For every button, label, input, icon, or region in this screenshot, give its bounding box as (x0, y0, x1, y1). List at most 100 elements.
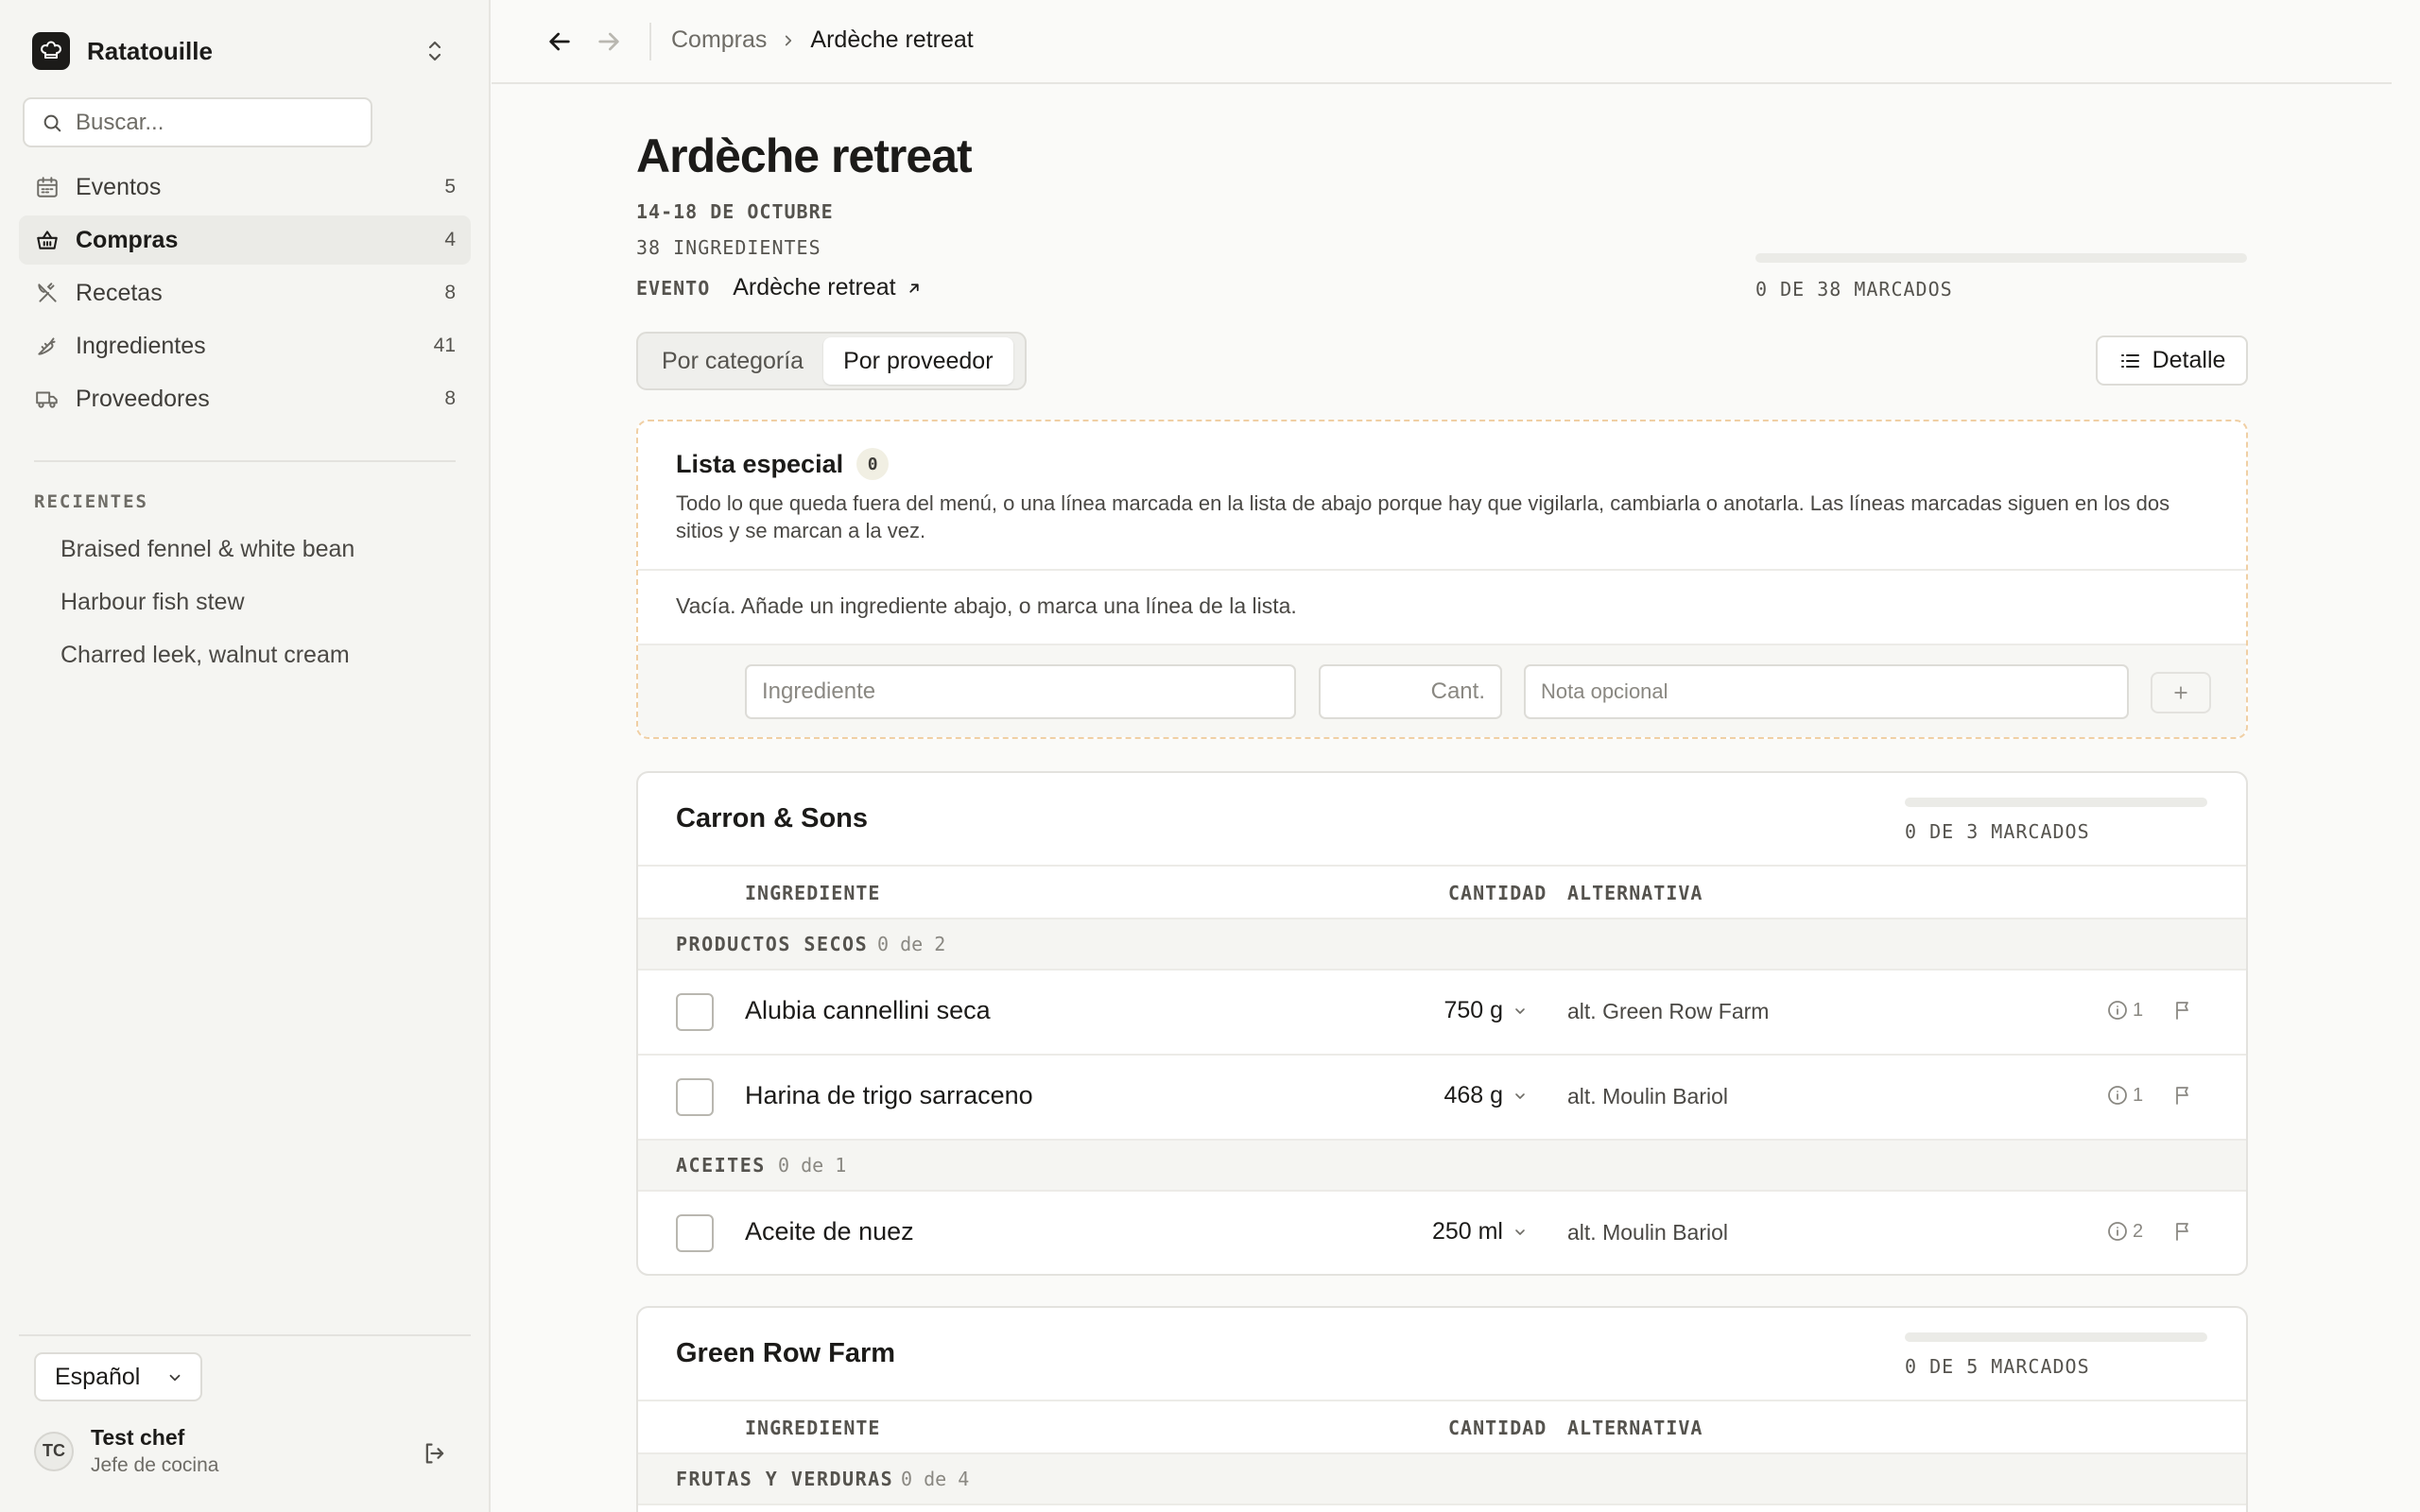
event-link[interactable]: Ardèche retreat (733, 274, 895, 301)
user-role: Jefe de cocina (91, 1454, 219, 1476)
chevron-down-icon (1515, 1007, 1525, 1014)
group-name: FRUTAS Y VERDURAS (676, 1468, 894, 1490)
top-bar: Compras Ardèche retreat (492, 0, 2392, 84)
row-checkbox[interactable] (676, 993, 714, 1031)
info-button[interactable]: 1 (2106, 999, 2143, 1022)
note-input[interactable]: Nota opcional (1524, 664, 2129, 719)
user-profile[interactable]: TC Test chef Jefe de cocina (34, 1425, 218, 1477)
sidebar-item-count: 5 (444, 176, 456, 198)
alternative-supplier[interactable]: alt. Green Row Farm (1567, 999, 1769, 1024)
group-count: 0 de 1 (778, 1154, 847, 1177)
recent-item[interactable]: Harbour fish stew (60, 580, 354, 633)
row-checkbox[interactable] (676, 1214, 714, 1252)
quantity-dropdown[interactable]: 468 g (1443, 1082, 1528, 1109)
avatar: TC (34, 1431, 74, 1471)
carrot-icon (34, 333, 60, 359)
quantity-dropdown[interactable]: 750 g (1443, 997, 1528, 1024)
info-count: 1 (2133, 1084, 2144, 1106)
special-list-description: Todo lo que queda fuera del menú, o una … (676, 491, 2170, 542)
recent-list: Braised fennel & white bean Harbour fish… (60, 527, 354, 686)
add-button[interactable] (2151, 672, 2211, 713)
external-link-icon[interactable] (906, 280, 923, 297)
flag-icon[interactable] (2172, 1220, 2195, 1243)
quantity-value: 468 g (1443, 1082, 1503, 1108)
ingredient-input[interactable]: Ingrediente (745, 664, 1296, 719)
breadcrumb-current: Ardèche retreat (810, 26, 974, 53)
sidebar-item-count: 4 (444, 229, 456, 250)
sidebar-item-label: Ingredientes (76, 332, 206, 359)
logout-icon[interactable] (422, 1440, 448, 1467)
supplier-card: Carron & Sons 0 DE 3 MARCADOS INGREDIENT… (636, 771, 2248, 1276)
tab-by-supplier[interactable]: Por proveedor (823, 337, 1013, 385)
special-list-empty: Vacía. Añade un ingrediente abajo, o mar… (676, 593, 1297, 618)
breadcrumb-parent[interactable]: Compras (671, 26, 767, 54)
truck-icon (34, 386, 60, 412)
sidebar-item-count: 41 (433, 335, 456, 356)
quantity-value: 750 g (1443, 997, 1503, 1023)
sidebar-item-eventos[interactable]: Eventos 5 (19, 163, 471, 212)
sidebar-item-compras[interactable]: Compras 4 (19, 215, 471, 265)
flag-icon[interactable] (2172, 1084, 2195, 1107)
table-row: Harina de trigo sarraceno 468 g alt. Mou… (638, 1056, 2246, 1141)
search-placeholder: Buscar... (76, 109, 164, 135)
brand[interactable]: Ratatouille (32, 32, 213, 70)
quantity-dropdown[interactable]: 250 ml (1432, 1218, 1528, 1246)
sidebar-item-ingredientes[interactable]: Ingredientes 41 (19, 321, 471, 370)
language-value: Español (55, 1363, 141, 1390)
chevron-right-icon (780, 32, 797, 49)
table-row: Aceite de nuez 250 ml alt. Moulin Bariol… (638, 1192, 2246, 1274)
list-icon (2120, 353, 2139, 368)
event-dates: 14-18 DE OCTUBRE (636, 200, 834, 223)
special-list: Lista especial 0 Todo lo que queda fuera… (636, 420, 2248, 739)
divider (649, 23, 651, 60)
workspace-switcher-icon[interactable] (422, 36, 448, 66)
tab-by-category[interactable]: Por categoría (642, 337, 823, 385)
forward-arrow-icon[interactable] (594, 26, 624, 57)
sidebar-nav: Eventos 5 Compras 4 Recetas 8 Ingredient… (19, 163, 471, 427)
col-alternative: ALTERNATIVA (1567, 1417, 1703, 1439)
col-alternative: ALTERNATIVA (1567, 882, 1703, 904)
language-select[interactable]: Español (34, 1352, 202, 1401)
col-quantity: CANTIDAD (1448, 882, 1547, 904)
group-name: ACEITES (676, 1154, 766, 1177)
quantity-value: 250 ml (1431, 1218, 1503, 1245)
info-icon (2108, 1086, 2127, 1105)
recent-item[interactable]: Braised fennel & white bean (60, 527, 354, 580)
search-input[interactable]: Buscar... (23, 97, 372, 147)
chevron-down-icon (1515, 1092, 1525, 1099)
breadcrumb: Compras Ardèche retreat (671, 26, 974, 54)
recent-item[interactable]: Charred leek, walnut cream (60, 633, 354, 686)
info-button[interactable]: 1 (2106, 1084, 2143, 1107)
chef-hat-icon (32, 32, 70, 70)
supplier-progress-bar (1905, 1332, 2207, 1342)
ingredient-count: 38 INGREDIENTES (636, 236, 821, 259)
info-button[interactable]: 2 (2106, 1220, 2143, 1243)
ingredient-name: Harina de trigo sarraceno (745, 1081, 1033, 1109)
view-toggle: Por categoría Por proveedor (636, 332, 1027, 390)
overall-progress-label: 0 DE 38 MARCADOS (1755, 278, 1953, 301)
info-count: 2 (2133, 1220, 2144, 1242)
supplier-name: Green Row Farm (676, 1338, 896, 1368)
sidebar-item-label: Recetas (76, 279, 163, 306)
supplier-progress-label: 0 DE 5 MARCADOS (1905, 1355, 2090, 1378)
group-count: 0 de 4 (901, 1468, 970, 1490)
back-arrow-icon[interactable] (544, 26, 575, 57)
detail-button[interactable]: Detalle (2096, 335, 2248, 386)
flag-icon[interactable] (2172, 999, 2195, 1022)
supplier-progress-bar (1905, 798, 2207, 807)
quantity-input[interactable]: Cant. (1319, 664, 1502, 719)
alternative-supplier[interactable]: alt. Moulin Bariol (1567, 1220, 1728, 1246)
detail-label: Detalle (2152, 347, 2226, 373)
ingredient-name: Aceite de nuez (745, 1217, 914, 1246)
group-count: 0 de 2 (877, 933, 946, 955)
sidebar-item-recetas[interactable]: Recetas 8 (19, 268, 471, 318)
sidebar-item-proveedores[interactable]: Proveedores 8 (19, 374, 471, 423)
divider (638, 569, 2246, 571)
basket-icon (34, 227, 60, 253)
table-row: Alubia cannellini seca 750 g alt. Green … (638, 971, 2246, 1056)
category-group: ACEITES 0 de 1 (638, 1141, 2246, 1192)
special-list-form: Ingrediente Cant. Nota opcional (638, 644, 2246, 737)
plus-icon (2174, 686, 2187, 699)
row-checkbox[interactable] (676, 1078, 714, 1116)
alternative-supplier[interactable]: alt. Moulin Bariol (1567, 1084, 1728, 1109)
